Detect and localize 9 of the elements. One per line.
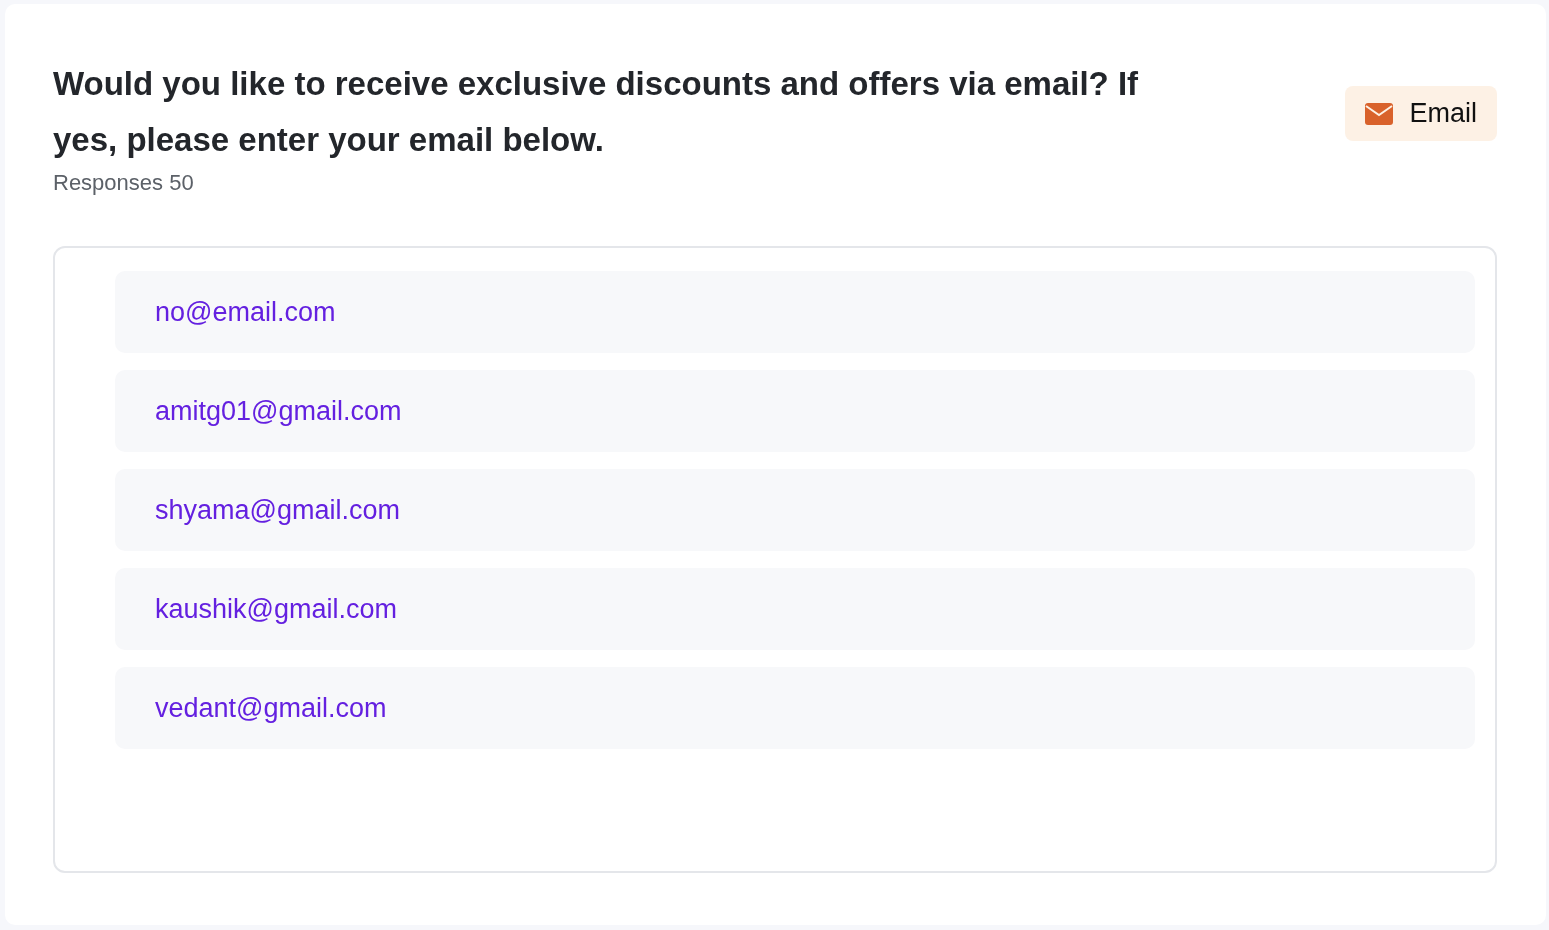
- email-address: no@email.com: [155, 296, 336, 328]
- email-address: shyama@gmail.com: [155, 494, 400, 526]
- question-title: Would you like to receive exclusive discounts and offers via email? If yes, please enter your email below.: [53, 64, 1140, 160]
- email-address: kaushik@gmail.com: [155, 593, 397, 625]
- email-address: vedant@gmail.com: [155, 692, 387, 724]
- envelope-icon: [1365, 102, 1394, 125]
- response-count: Responses 50: [53, 169, 194, 197]
- email-address: amitg01@gmail.com: [155, 395, 402, 427]
- badge-label: Email: [1409, 98, 1477, 129]
